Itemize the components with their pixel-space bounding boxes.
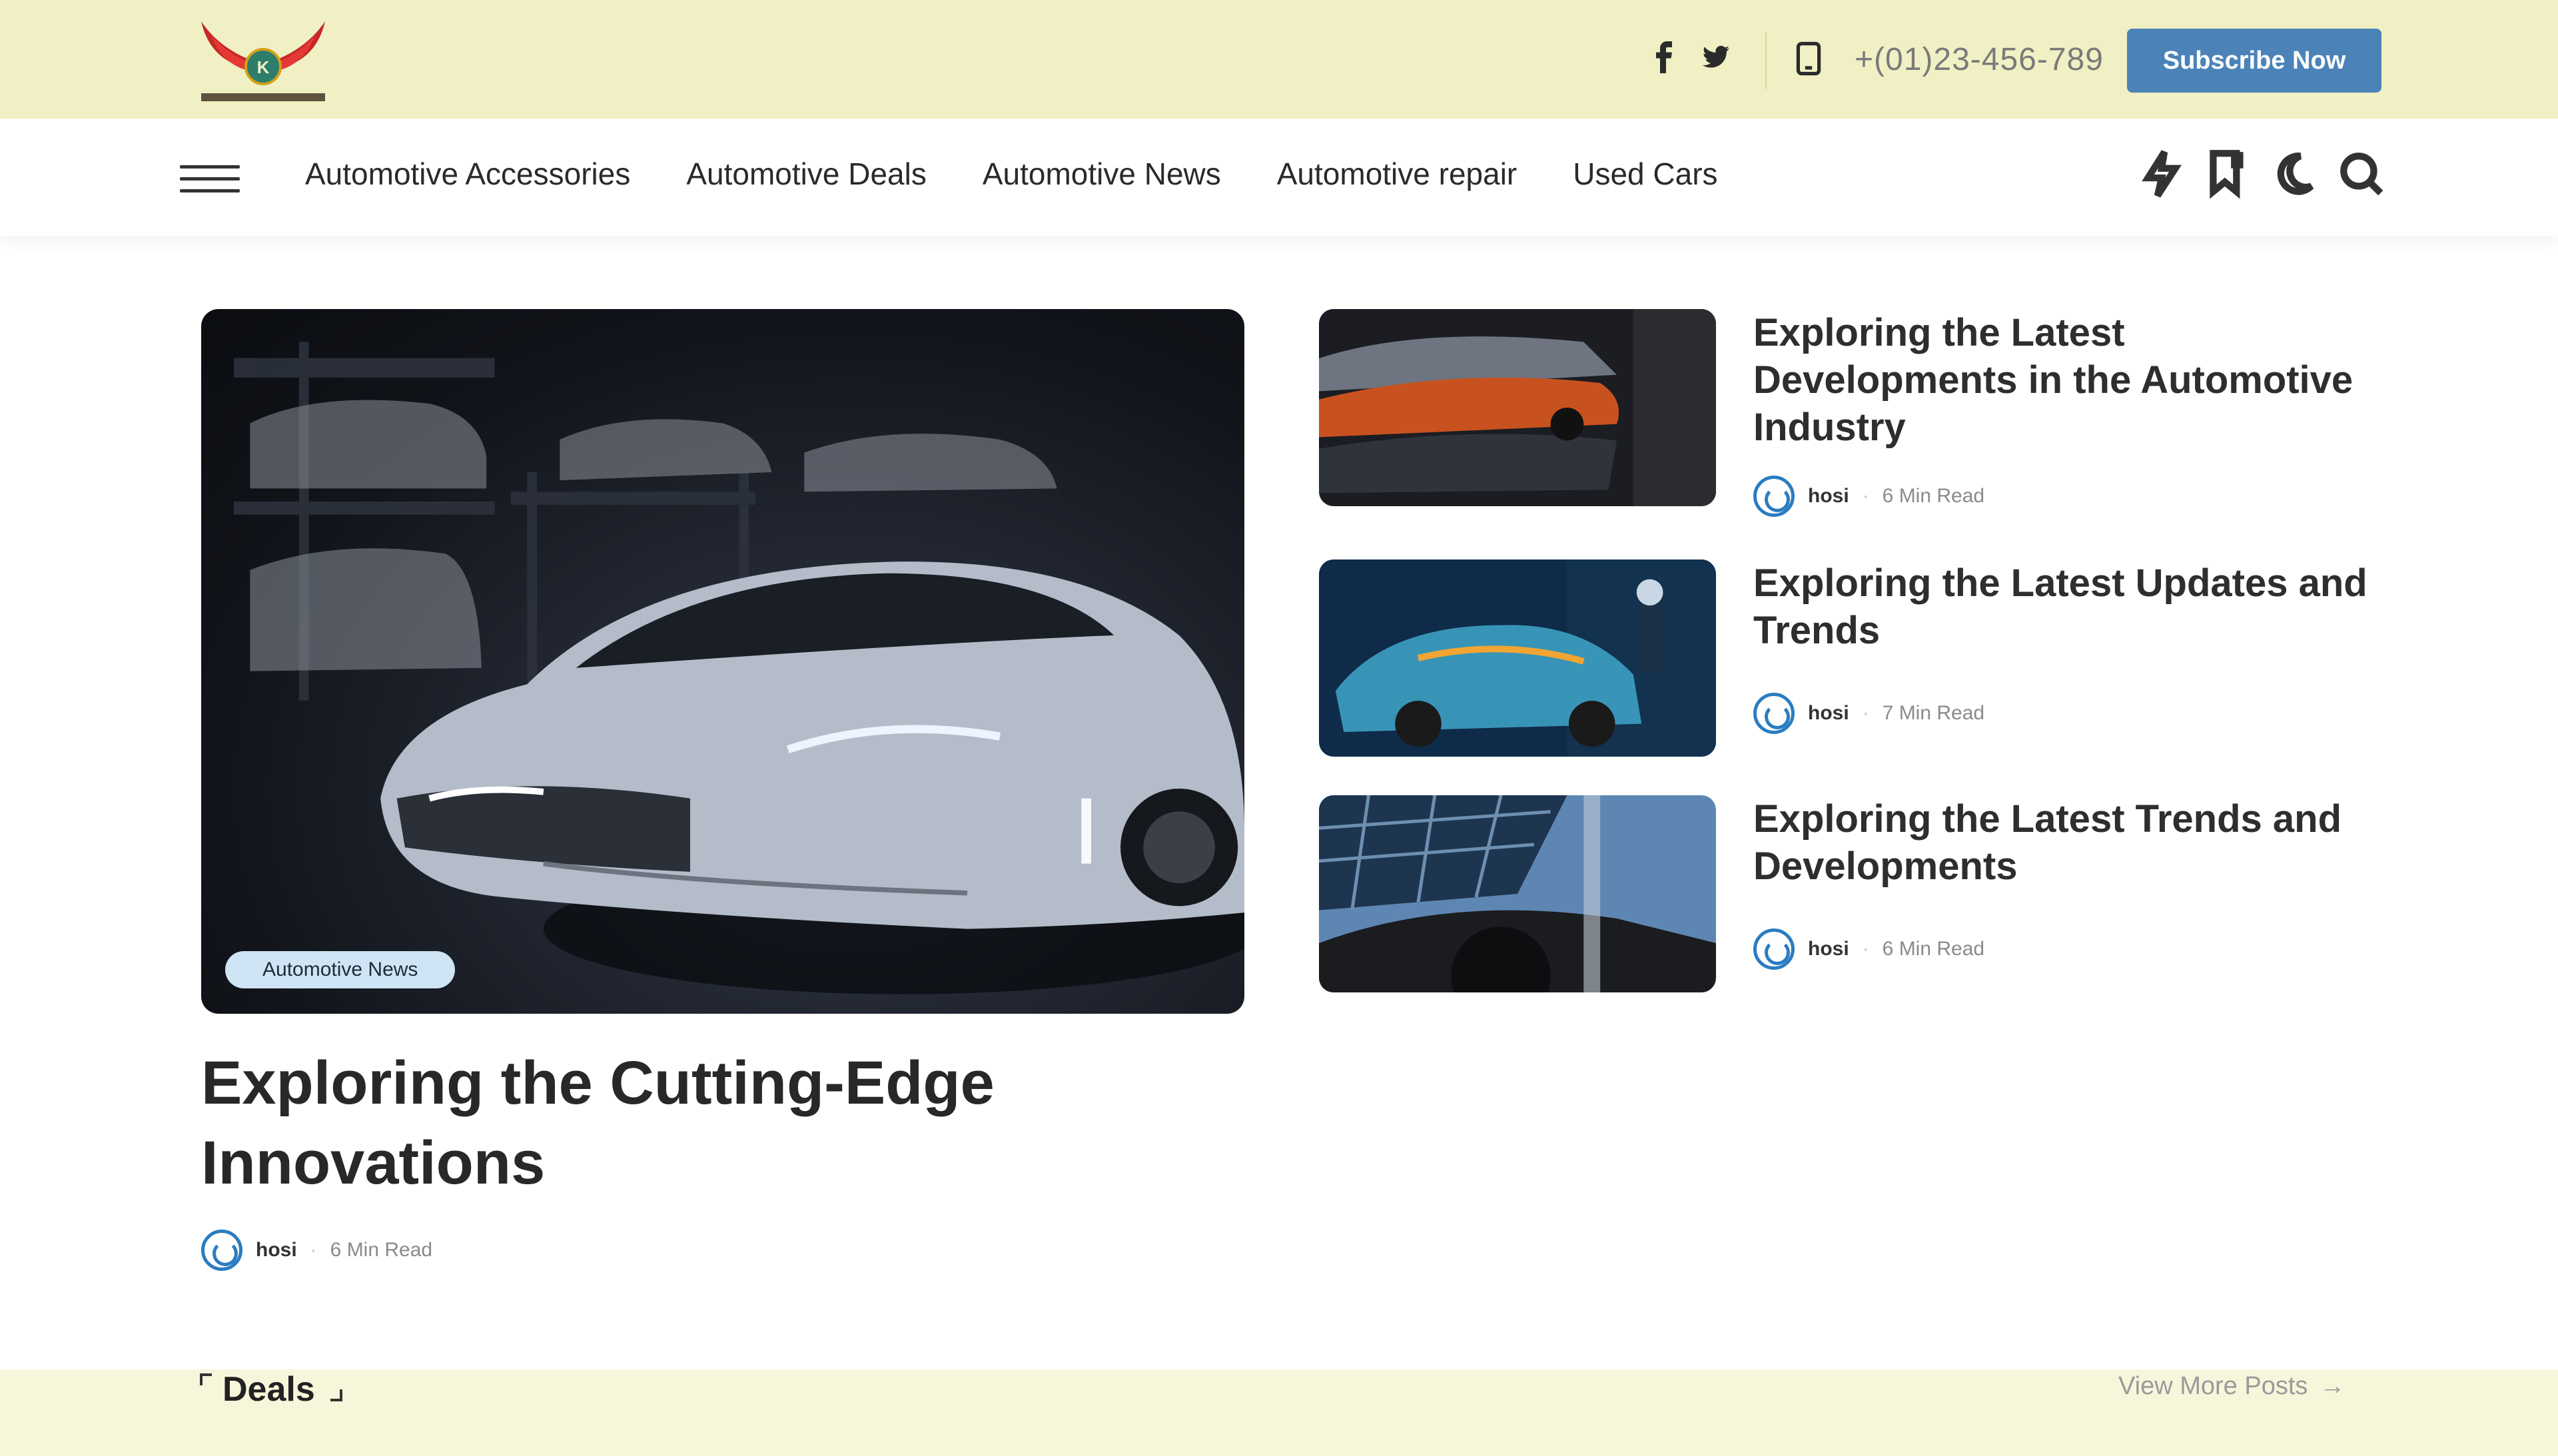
svg-text:K: K bbox=[257, 57, 270, 77]
author-name[interactable]: hosi bbox=[1808, 702, 1849, 725]
menu-icon[interactable] bbox=[180, 165, 240, 194]
moon-icon[interactable] bbox=[2273, 148, 2317, 200]
post-meta: hosi · 6 Min Read bbox=[1753, 476, 1984, 517]
read-time: 7 Min Read bbox=[1882, 702, 1985, 724]
author-avatar[interactable] bbox=[201, 1230, 242, 1271]
post-meta: hosi · 7 Min Read bbox=[1753, 693, 1984, 734]
featured-image[interactable]: Automotive News bbox=[201, 309, 1244, 1014]
meta-separator: · bbox=[1862, 485, 1869, 507]
car-garage-illustration bbox=[233, 341, 1244, 994]
post-title[interactable]: Exploring the Latest Trends and Developm… bbox=[1753, 795, 2379, 890]
phone-icon bbox=[1796, 41, 1821, 76]
heading-decoration bbox=[200, 1373, 212, 1385]
nav-tools bbox=[2140, 148, 2383, 200]
post-thumbnail[interactable] bbox=[1319, 559, 1716, 757]
author-avatar[interactable] bbox=[1753, 928, 1795, 970]
twitter-icon[interactable] bbox=[1703, 41, 1729, 73]
read-time: 6 Min Read bbox=[1882, 485, 1985, 507]
nav-item-used-cars[interactable]: Used Cars bbox=[1573, 156, 1717, 192]
main-navigation: Automotive Accessories Automotive Deals … bbox=[0, 119, 2558, 236]
subscribe-button[interactable]: Subscribe Now bbox=[2127, 29, 2381, 93]
lightning-icon[interactable] bbox=[2140, 148, 2184, 200]
featured-title[interactable]: Exploring the Cutting-Edge Innovations bbox=[201, 1043, 1267, 1203]
bookmark-icon[interactable] bbox=[2206, 148, 2250, 200]
view-more-link[interactable]: View More Posts → bbox=[2118, 1372, 2345, 1401]
phone-number[interactable]: +(01)23-456-789 bbox=[1855, 41, 2104, 78]
meta-separator: · bbox=[310, 1239, 317, 1261]
post-title[interactable]: Exploring the Latest Updates and Trends bbox=[1753, 559, 2379, 654]
post-thumbnail[interactable] bbox=[1319, 795, 1716, 992]
author-avatar[interactable] bbox=[1753, 693, 1795, 734]
site-logo[interactable]: K bbox=[188, 15, 338, 105]
view-more-label: View More Posts bbox=[2118, 1372, 2308, 1400]
author-avatar[interactable] bbox=[1753, 476, 1795, 517]
heading-decoration bbox=[330, 1389, 342, 1401]
nav-item-automotive-accessories[interactable]: Automotive Accessories bbox=[305, 156, 630, 192]
nav-item-automotive-news[interactable]: Automotive News bbox=[983, 156, 1221, 192]
meta-separator: · bbox=[1862, 938, 1869, 960]
social-links bbox=[1651, 41, 1729, 73]
read-time: 6 Min Read bbox=[330, 1239, 433, 1261]
search-icon[interactable] bbox=[2340, 148, 2383, 200]
read-time: 6 Min Read bbox=[1882, 938, 1985, 960]
top-bar: K +(01)23-456-789 Subscribe Now bbox=[0, 0, 2558, 119]
post-thumbnail[interactable] bbox=[1319, 309, 1716, 506]
author-name[interactable]: hosi bbox=[1808, 938, 1849, 960]
author-name[interactable]: hosi bbox=[256, 1239, 297, 1262]
nav-item-automotive-repair[interactable]: Automotive repair bbox=[1277, 156, 1517, 192]
nav-links: Automotive Accessories Automotive Deals … bbox=[305, 156, 1718, 192]
facebook-icon[interactable] bbox=[1651, 41, 1677, 73]
section-title: Deals bbox=[222, 1370, 315, 1409]
post-title[interactable]: Exploring the Latest Developments in the… bbox=[1753, 309, 2379, 451]
header-divider bbox=[1765, 32, 1767, 89]
nav-item-automotive-deals[interactable]: Automotive Deals bbox=[686, 156, 927, 192]
post-meta: hosi · 6 Min Read bbox=[1753, 928, 1984, 970]
category-badge[interactable]: Automotive News bbox=[225, 951, 456, 988]
arrow-right-icon: → bbox=[2320, 1372, 2345, 1400]
author-name[interactable]: hosi bbox=[1808, 485, 1849, 508]
featured-meta: hosi · 6 Min Read bbox=[201, 1230, 432, 1271]
meta-separator: · bbox=[1862, 702, 1869, 724]
